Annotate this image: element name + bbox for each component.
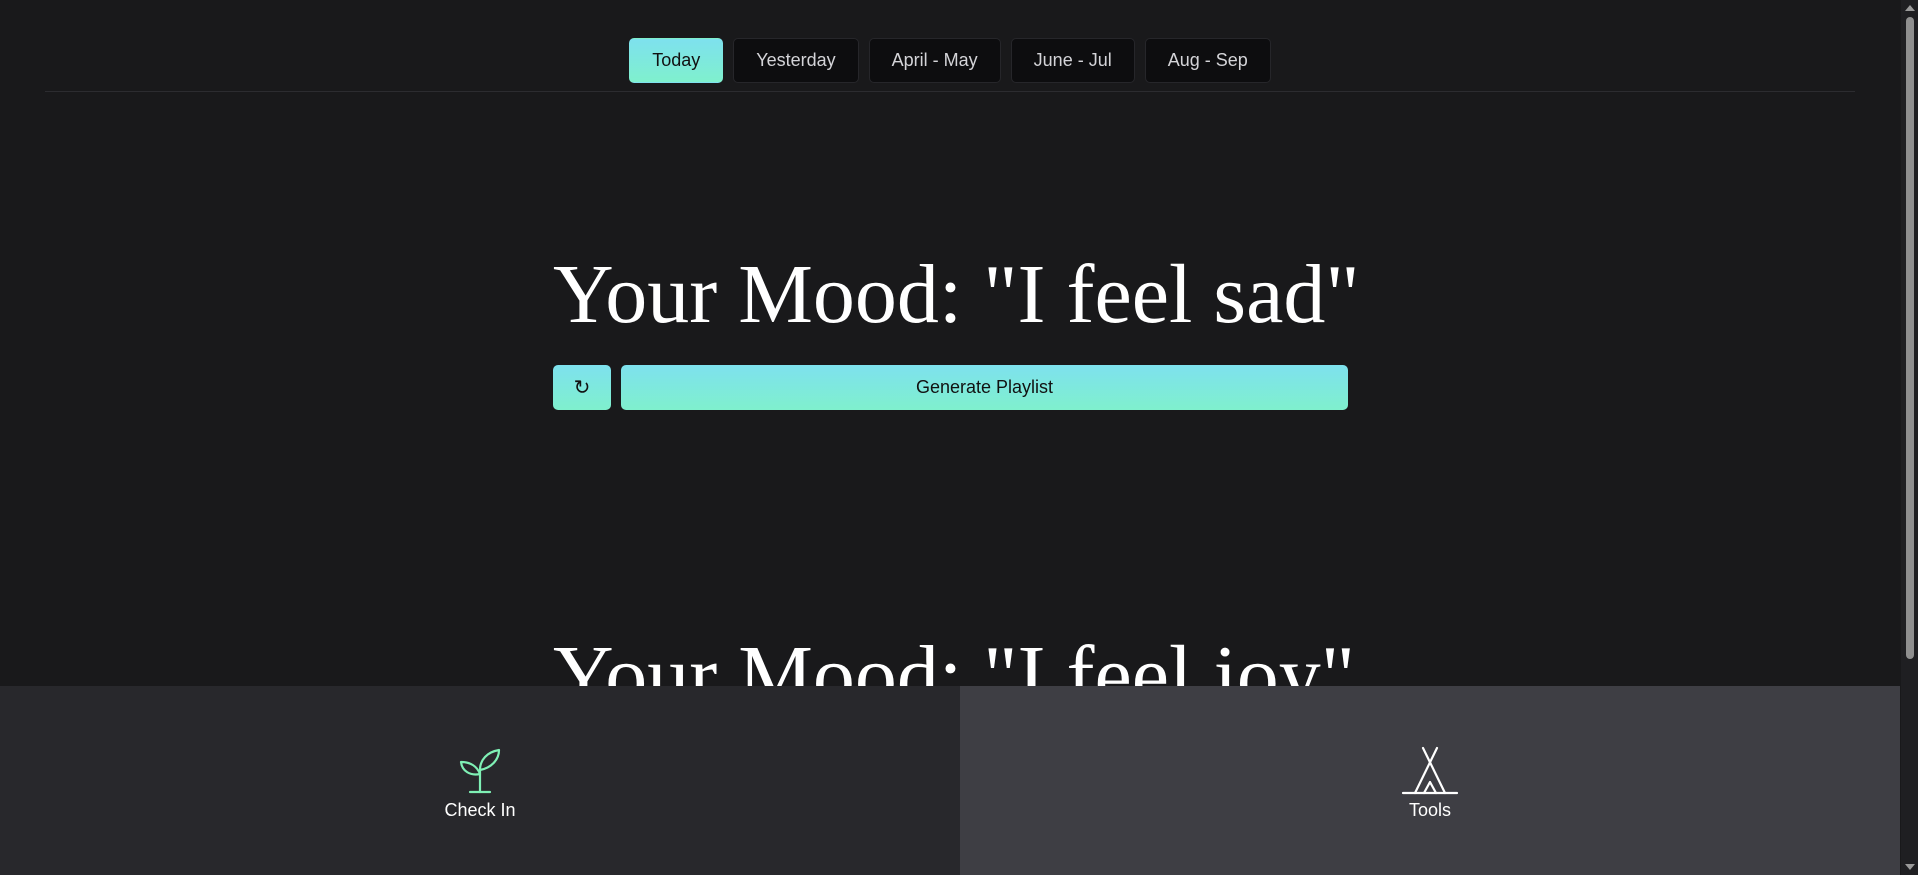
mood-card: Your Mood: "I feel sad" ↻ Generate Playl… bbox=[553, 247, 1360, 410]
tab-yesterday[interactable]: Yesterday bbox=[733, 38, 859, 83]
tab-aug-sep[interactable]: Aug - Sep bbox=[1144, 38, 1271, 83]
nav-item-check-in[interactable]: Check In bbox=[0, 686, 960, 875]
scrollbar-thumb[interactable] bbox=[1906, 17, 1914, 659]
vertical-scrollbar[interactable] bbox=[1901, 0, 1918, 875]
tent-icon bbox=[1400, 746, 1460, 796]
mood-card: Your Mood: "I feel joy" bbox=[553, 628, 1356, 686]
generate-playlist-button[interactable]: Generate Playlist bbox=[621, 365, 1348, 410]
mood-title: Your Mood: "I feel sad" bbox=[553, 248, 1360, 341]
date-range-tabs: Today Yesterday April - May June - Jul A… bbox=[45, 38, 1855, 92]
scroll-up-arrow-icon[interactable] bbox=[1905, 5, 1915, 11]
sprout-icon bbox=[450, 746, 510, 796]
scroll-down-arrow-icon[interactable] bbox=[1905, 864, 1915, 870]
mood-title: Your Mood: "I feel joy" bbox=[553, 629, 1356, 686]
tab-june-jul[interactable]: June - Jul bbox=[1010, 38, 1135, 83]
mood-list[interactable]: Your Mood: "I feel sad" ↻ Generate Playl… bbox=[0, 92, 1900, 686]
nav-label-tools: Tools bbox=[1408, 800, 1452, 820]
tab-april-may[interactable]: April - May bbox=[868, 38, 1001, 83]
mood-actions: ↻ Generate Playlist bbox=[553, 365, 1348, 410]
nav-label-check-in: Check In bbox=[444, 800, 516, 820]
tab-today[interactable]: Today bbox=[629, 38, 724, 83]
bottom-nav: Check In Tools bbox=[0, 686, 1900, 875]
nav-item-tools[interactable]: Tools bbox=[960, 686, 1900, 875]
refresh-button[interactable]: ↻ bbox=[553, 365, 611, 410]
refresh-icon: ↻ bbox=[573, 377, 591, 399]
